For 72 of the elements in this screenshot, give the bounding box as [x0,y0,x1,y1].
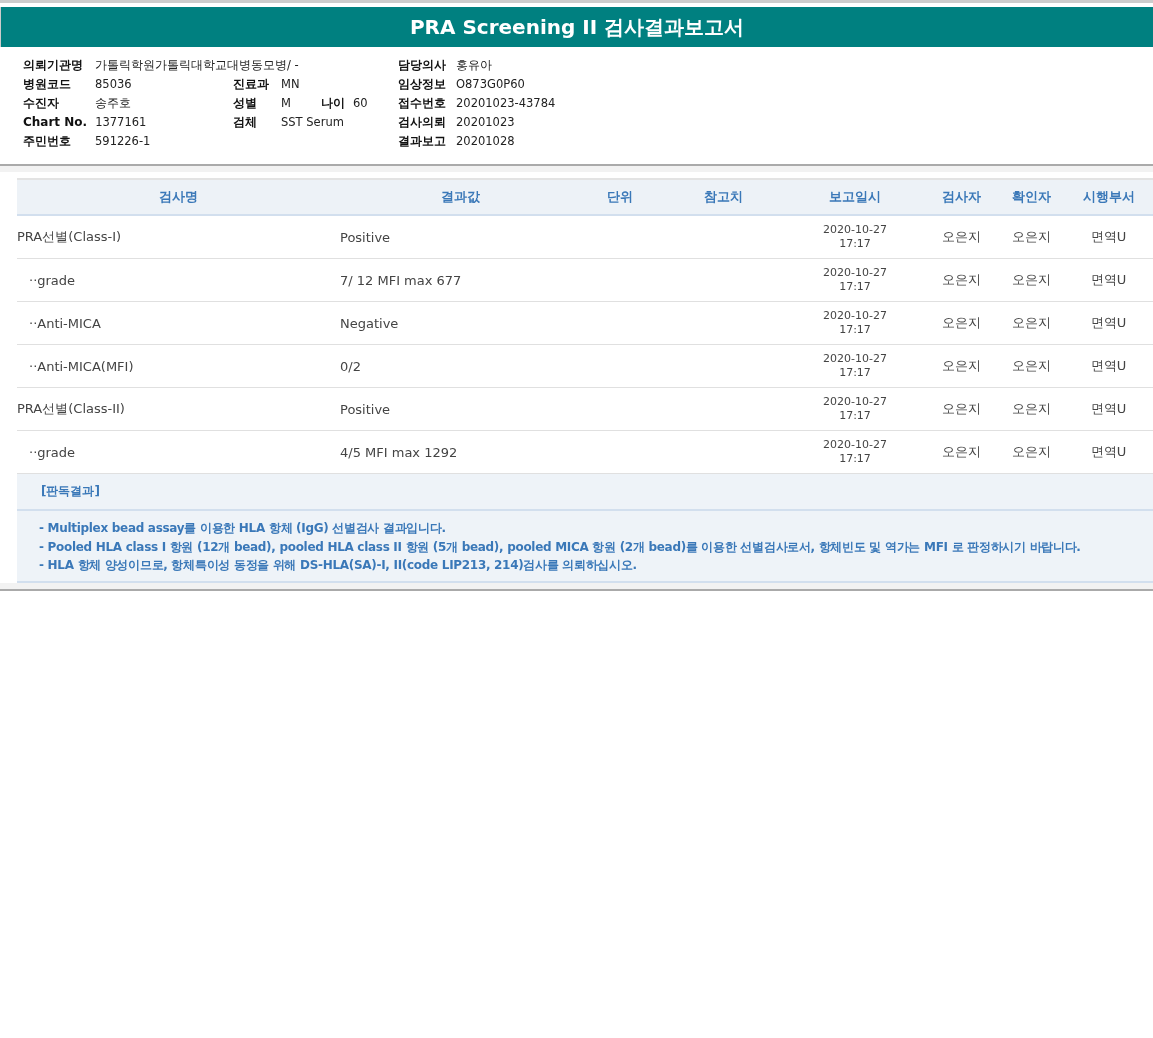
result-cell: 7/ 12 MFI max 677 [340,259,580,302]
field-label: 진료과 [233,75,270,93]
confirmer-cell: 오은지 [999,302,1064,345]
confirmer-cell: 오은지 [999,216,1064,259]
interpretation-heading: [판독결과] [17,474,1153,511]
column-header: 보고일시 [786,178,924,216]
field-label: 담당의사 [398,56,447,74]
field-value: 홍유아 [456,57,492,73]
result-cell: Positive [340,388,580,431]
column-header: 검사명 [17,178,340,216]
field-label: 나이 [320,94,345,112]
column-header: 검사자 [924,178,999,216]
tester-cell: 오은지 [924,345,999,388]
field-label: 병원코드 [23,75,72,93]
field-value: 20201028 [456,134,515,148]
column-header: 결과값 [340,178,580,216]
field-value: M [281,96,291,110]
column-header: 단위 [580,178,660,216]
report-date-cell: 2020-10-27 17:17 [823,309,887,337]
field-label: 성별 [233,94,258,112]
confirmer-cell: 오은지 [999,388,1064,431]
test-name-cell: PRA선별(Class-II) [17,388,340,431]
result-cell: 0/2 [340,345,580,388]
result-cell: Positive [340,216,580,259]
column-header: 확인자 [999,178,1064,216]
field-value: 20201023-43784 [456,96,556,110]
field-value: 20201023 [456,115,515,129]
field-value: 60 [352,96,368,110]
tester-cell: 오은지 [924,216,999,259]
interpretation-text: - Multiplex bead assay를 이용한 HLA 항체 (IgG) 선별검사 결과입니다. [39,520,447,537]
field-value: 1377161 [95,115,147,129]
result-cell: Negative [340,302,580,345]
tester-cell: 오은지 [924,302,999,345]
report-date-cell: 2020-10-27 17:17 [823,395,887,423]
department-cell: 면역U [1064,345,1153,388]
field-label: 접수번호 [398,94,447,112]
report-date-cell: 2020-10-27 17:17 [823,438,887,466]
report-date-cell: 2020-10-27 17:17 [823,223,887,251]
report-date-cell: 2020-10-27 17:17 [823,352,887,380]
interpretation-text: - HLA 항체 양성이므로, 항체특이성 동정을 위해 DS-HLA(SA)-I, II(code LIP213, 214)검사를 의뢰하십시오. [39,557,638,574]
field-label: 결과보고 [398,132,447,150]
tester-cell: 오은지 [924,388,999,431]
department-cell: 면역U [1064,216,1153,259]
field-label: 의뢰기관명 [23,56,84,74]
field-value: 송주호 [95,95,131,111]
test-name-cell: PRA선별(Class-I) [17,216,340,259]
test-name-cell: ··Anti-MICA [17,302,340,345]
field-label: 검체 [233,113,258,131]
test-name-cell: ··Anti-MICA(MFI) [17,345,340,388]
field-value: MN [281,77,300,91]
field-label: 임상정보 [398,75,447,93]
department-cell: 면역U [1064,259,1153,302]
field-value: SST Serum [281,115,344,129]
tester-cell: 오은지 [924,259,999,302]
field-value: O873G0P60 [456,77,525,91]
field-value: 가톨릭학원가톨릭대학교대병동모병/ - [95,57,299,73]
column-header: 시행부서 [1064,178,1153,216]
field-label: Chart No. [23,115,88,129]
column-header: 참고치 [660,178,786,216]
field-value: 591226-1 [95,134,151,148]
department-cell: 면역U [1064,388,1153,431]
confirmer-cell: 오은지 [999,345,1064,388]
report-title: PRA Screening II 검사결과보고서 [0,7,1153,47]
field-label: 검사의뢰 [398,113,447,131]
test-name-cell: ··grade [17,259,340,302]
field-label: 수진자 [23,94,60,112]
field-value: 85036 [95,77,132,91]
report-date-cell: 2020-10-27 17:17 [823,266,887,294]
department-cell: 면역U [1064,302,1153,345]
interpretation-text: - Pooled HLA class I 항원 (12개 bead), pooled HLA class II 항원 (5개 bead), pooled MICA 항원 (2개 bead)를 이용한 선별검사로서, 항체빈도 및 역가는 MFI 로 판정하시기 바랍니다. [39,538,1082,556]
confirmer-cell: 오은지 [999,259,1064,302]
field-label: 주민번호 [23,132,72,150]
